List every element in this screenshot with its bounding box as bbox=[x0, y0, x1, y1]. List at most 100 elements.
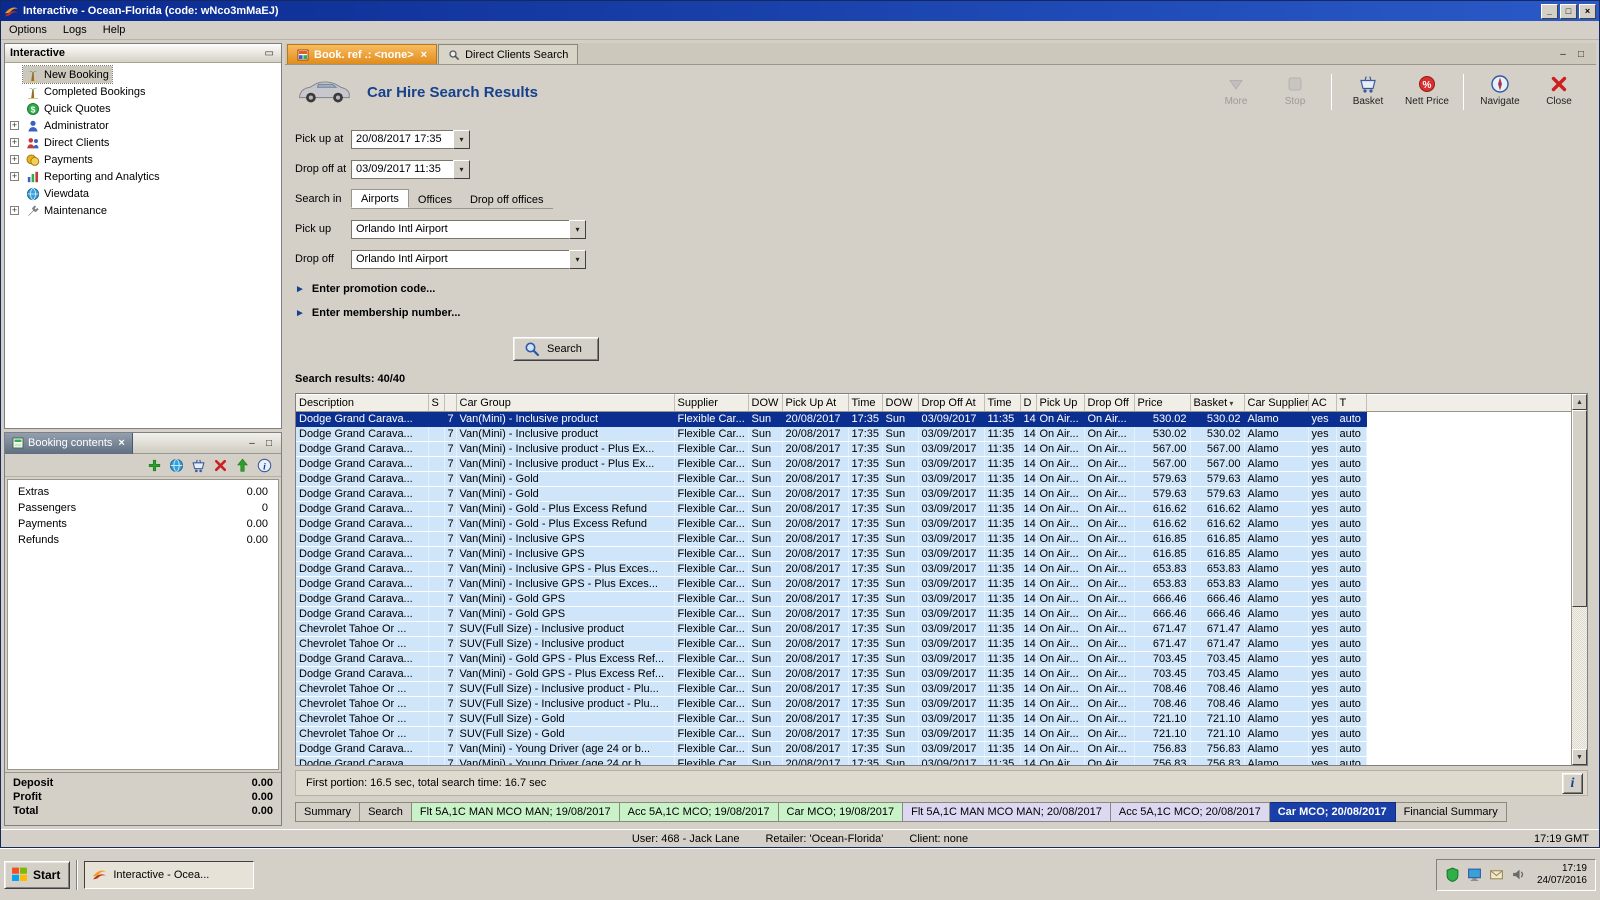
sidebar-item-direct-clients[interactable]: + Direct Clients bbox=[5, 134, 281, 151]
bottom-tab-acc-5a-1c-mco-20-08-2017[interactable]: Acc 5A,1C MCO; 20/08/2017 bbox=[1110, 802, 1270, 822]
maximize-icon[interactable]: □ bbox=[1560, 3, 1577, 19]
sidebar-item-viewdata[interactable]: Viewdata bbox=[5, 185, 281, 202]
table-row[interactable]: Dodge Grand Carava... 7 Van(Mini) - Inclus… bbox=[296, 411, 1571, 427]
table-row[interactable]: Dodge Grand Carava... 7 Van(Mini) - Gold -… bbox=[296, 501, 1571, 517]
table-row[interactable]: Dodge Grand Carava... 7 Van(Mini) - Gold Fl… bbox=[296, 486, 1571, 502]
table-row[interactable]: Dodge Grand Carava... 7 Van(Mini) - Inclus… bbox=[296, 441, 1571, 457]
sidebar-item-administrator[interactable]: + Administrator bbox=[5, 117, 281, 134]
scroll-up-icon[interactable]: ▲ bbox=[1572, 394, 1587, 410]
table-row[interactable]: Chevrolet Tahoe Or ... 7 SUV(Full Size) - … bbox=[296, 696, 1571, 712]
sidebar-item-completed-bookings[interactable]: Completed Bookings bbox=[5, 83, 281, 100]
expand-toggle-icon[interactable]: + bbox=[10, 121, 19, 130]
table-row[interactable]: Dodge Grand Carava... 7 Van(Mini) - Gold G… bbox=[296, 666, 1571, 682]
bottom-tab-financial-summary[interactable]: Financial Summary bbox=[1395, 802, 1507, 822]
minimize-icon[interactable]: _ bbox=[1541, 3, 1558, 19]
table-row[interactable]: Dodge Grand Carava... 7 Van(Mini) - Inclus… bbox=[296, 456, 1571, 472]
volume-icon[interactable] bbox=[1511, 867, 1526, 882]
dropoff-dropdown-icon[interactable]: ▾ bbox=[569, 249, 586, 269]
toolbar-nett-price[interactable]: % Nett Price bbox=[1404, 74, 1450, 107]
scrollbar-track[interactable] bbox=[1572, 410, 1587, 749]
table-row[interactable]: Dodge Grand Carava... 7 Van(Mini) - Young … bbox=[296, 741, 1571, 757]
bottom-tab-acc-5a-1c-mco-19-08-2017[interactable]: Acc 5A,1C MCO; 19/08/2017 bbox=[619, 802, 779, 822]
promotion-expander[interactable]: ► Enter promotion code... bbox=[295, 277, 1588, 301]
doc-tab-direct-clients-search[interactable]: Direct Clients Search bbox=[438, 44, 579, 64]
expand-toggle-icon[interactable]: + bbox=[10, 206, 19, 215]
col-header-drop-off[interactable]: Drop Off bbox=[1084, 394, 1135, 412]
doc-tab-book-ref-none[interactable]: Book. ref .: <none> × bbox=[287, 44, 438, 64]
bottom-tab-flt-5a-1c-man-mco-man-19-08-2017[interactable]: Flt 5A,1C MAN MCO MAN; 19/08/2017 bbox=[411, 802, 620, 822]
col-header-t[interactable]: T bbox=[1336, 394, 1367, 412]
bottom-tab-car-mco-20-08-2017[interactable]: Car MCO; 20/08/2017 bbox=[1269, 802, 1396, 822]
expand-toggle-icon[interactable]: + bbox=[10, 155, 19, 164]
restore-panel-icon[interactable]: □ bbox=[262, 438, 276, 449]
col-header-car-supplier[interactable]: Car Supplier bbox=[1244, 394, 1309, 412]
col-header-s[interactable]: S bbox=[428, 394, 445, 412]
close-tab-icon[interactable]: × bbox=[421, 49, 427, 61]
mail-icon[interactable] bbox=[1489, 867, 1504, 882]
booking-contents-tab[interactable]: Booking contents × bbox=[5, 432, 133, 454]
start-button[interactable]: Start bbox=[4, 860, 71, 889]
monitor-icon[interactable] bbox=[1467, 867, 1482, 882]
scrollbar-thumb[interactable] bbox=[1572, 410, 1587, 607]
col-header-dow[interactable]: DOW bbox=[748, 394, 783, 412]
toolbar-more[interactable]: More bbox=[1213, 74, 1259, 107]
col-header-icon[interactable] bbox=[444, 394, 457, 412]
col-header-drop-off-at[interactable]: Drop Off At bbox=[918, 394, 985, 412]
search-button[interactable]: Search bbox=[513, 337, 599, 361]
scroll-down-icon[interactable]: ▼ bbox=[1572, 749, 1587, 765]
table-row[interactable]: Dodge Grand Carava... 7 Van(Mini) - Inclus… bbox=[296, 531, 1571, 547]
menu-options[interactable]: Options bbox=[1, 22, 55, 38]
col-header-car-group[interactable]: Car Group bbox=[456, 394, 675, 412]
col-header-ac[interactable]: AC bbox=[1308, 394, 1337, 412]
pickup-at-field[interactable]: 20/08/2017 17:35 ▾ bbox=[351, 129, 470, 149]
col-header-description[interactable]: Description bbox=[296, 394, 429, 412]
collapse-panel-icon[interactable]: ▭ bbox=[263, 48, 276, 59]
col-header-time[interactable]: Time bbox=[848, 394, 883, 412]
search-in-drop-off-offices[interactable]: Drop off offices bbox=[461, 191, 553, 208]
pickup-combo[interactable]: Orlando Intl Airport ▾ bbox=[351, 219, 586, 239]
toolbar-stop[interactable]: Stop bbox=[1272, 74, 1318, 107]
sidebar-item-quick-quotes[interactable]: $ Quick Quotes bbox=[5, 100, 281, 117]
table-row[interactable]: Chevrolet Tahoe Or ... 7 SUV(Full Size) - … bbox=[296, 636, 1571, 652]
toolbar-close[interactable]: Close bbox=[1536, 74, 1582, 107]
taskbar-app-button[interactable]: Interactive - Ocea... bbox=[84, 860, 255, 889]
col-header-price[interactable]: Price bbox=[1134, 394, 1191, 412]
search-in-offices[interactable]: Offices bbox=[409, 191, 461, 208]
pickup-at-dropdown-icon[interactable]: ▾ bbox=[453, 129, 470, 149]
table-row[interactable]: Dodge Grand Carava... 7 Van(Mini) - Gold -… bbox=[296, 516, 1571, 532]
minimize-editor-icon[interactable]: – bbox=[1556, 49, 1570, 60]
table-row[interactable]: Chevrolet Tahoe Or ... 7 SUV(Full Size) - … bbox=[296, 621, 1571, 637]
bottom-tab-car-mco-19-08-2017[interactable]: Car MCO; 19/08/2017 bbox=[778, 802, 904, 822]
toolbar-navigate[interactable]: Navigate bbox=[1477, 74, 1523, 107]
col-header-pick-up-at[interactable]: Pick Up At bbox=[782, 394, 849, 412]
col-header-dow[interactable]: DOW bbox=[882, 394, 919, 412]
dropoff-at-dropdown-icon[interactable]: ▾ bbox=[453, 159, 470, 179]
table-row[interactable]: Chevrolet Tahoe Or ... 7 SUV(Full Size) - … bbox=[296, 681, 1571, 697]
membership-expander[interactable]: ► Enter membership number... bbox=[295, 301, 1588, 325]
col-header-d[interactable]: D bbox=[1020, 394, 1037, 412]
toolbar-basket[interactable]: Basket bbox=[1345, 74, 1391, 107]
col-header-time[interactable]: Time bbox=[984, 394, 1021, 412]
col-header-basket[interactable]: Basket ▾ bbox=[1190, 394, 1245, 412]
pickup-dropdown-icon[interactable]: ▾ bbox=[569, 219, 586, 239]
dropoff-at-field[interactable]: 03/09/2017 11:35 ▾ bbox=[351, 159, 470, 179]
expand-toggle-icon[interactable]: + bbox=[10, 138, 19, 147]
vertical-scrollbar[interactable]: ▲ ▼ bbox=[1571, 394, 1587, 765]
table-row[interactable]: Chevrolet Tahoe Or ... 7 SUV(Full Size) - … bbox=[296, 711, 1571, 727]
bottom-tab-summary[interactable]: Summary bbox=[295, 802, 361, 822]
menu-logs[interactable]: Logs bbox=[55, 22, 95, 38]
restore-editor-icon[interactable]: □ bbox=[1574, 49, 1588, 60]
table-row[interactable]: Dodge Grand Carava... 7 Van(Mini) - Gold G… bbox=[296, 606, 1571, 622]
expand-toggle-icon[interactable]: + bbox=[10, 172, 19, 181]
minimize-panel-icon[interactable]: – bbox=[245, 438, 259, 449]
table-row[interactable]: Dodge Grand Carava... 7 Van(Mini) - Gold G… bbox=[296, 651, 1571, 667]
shield-icon[interactable] bbox=[1445, 867, 1460, 883]
dropoff-combo[interactable]: Orlando Intl Airport ▾ bbox=[351, 249, 586, 269]
table-row[interactable]: Dodge Grand Carava... 7 Van(Mini) - Inclus… bbox=[296, 561, 1571, 577]
table-row[interactable]: Dodge Grand Carava... 7 Van(Mini) - Gold Fl… bbox=[296, 471, 1571, 487]
table-row[interactable]: Dodge Grand Carava... 7 Van(Mini) - Young … bbox=[296, 756, 1571, 765]
table-row[interactable]: Dodge Grand Carava... 7 Van(Mini) - Inclus… bbox=[296, 546, 1571, 562]
sidebar-item-maintenance[interactable]: + Maintenance bbox=[5, 202, 281, 219]
close-booking-tab-icon[interactable]: × bbox=[118, 437, 124, 449]
close-icon[interactable]: × bbox=[1579, 3, 1596, 19]
